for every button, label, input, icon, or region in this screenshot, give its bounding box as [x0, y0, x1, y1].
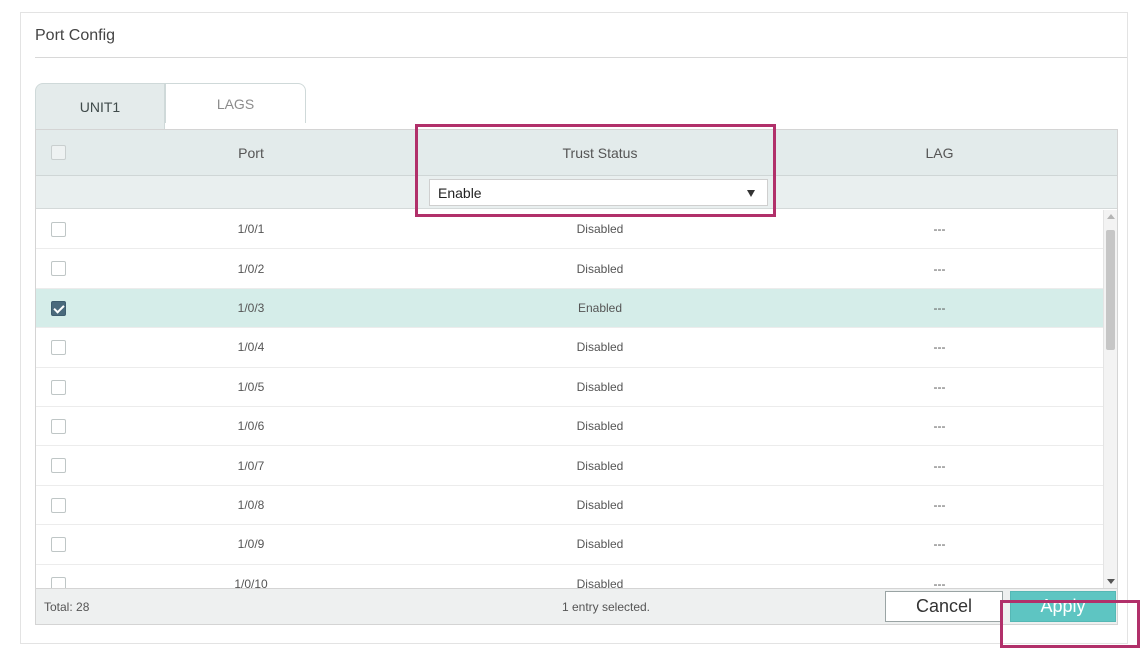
- table-row[interactable]: 1/0/2 Disabled ---: [36, 249, 1105, 289]
- row-checkbox[interactable]: [51, 497, 66, 513]
- column-header-trust-status: Trust Status: [562, 145, 638, 161]
- lag-cell: ---: [933, 576, 946, 588]
- trust-status-cell: Disabled: [576, 458, 624, 473]
- row-checkbox[interactable]: [51, 222, 66, 237]
- lag-cell: ---: [933, 497, 946, 512]
- filter-row: Enable: [36, 176, 1117, 209]
- row-checkbox[interactable]: [51, 458, 66, 474]
- trust-status-cell: Disabled: [576, 497, 624, 512]
- lag-cell: ---: [933, 379, 946, 394]
- port-cell: 1/0/6: [237, 419, 265, 434]
- port-cell: 1/0/5: [237, 379, 265, 394]
- table-header: Port Trust Status LAG: [36, 130, 1117, 176]
- title-divider: [35, 57, 1127, 58]
- lag-cell: ---: [933, 261, 946, 276]
- table-row[interactable]: 1/0/1 Disabled ---: [36, 210, 1105, 250]
- row-checkbox[interactable]: [51, 379, 66, 395]
- cancel-button[interactable]: Cancel: [885, 591, 1003, 622]
- row-checkbox[interactable]: [51, 340, 66, 356]
- lag-cell: ---: [933, 458, 946, 473]
- trust-status-cell: Disabled: [576, 261, 624, 276]
- lag-cell: ---: [933, 419, 946, 434]
- trust-status-cell: Disabled: [576, 419, 624, 434]
- lag-cell: ---: [933, 340, 946, 355]
- table-row[interactable]: 1/0/8 Disabled ---: [36, 486, 1105, 526]
- dropdown-arrow-icon: [747, 190, 755, 197]
- table-body: 1/0/1 Disabled --- 1/0/2 Disabled --- 1/…: [36, 210, 1105, 588]
- table-row[interactable]: 1/0/9 Disabled ---: [36, 525, 1105, 565]
- port-table: Port Trust Status LAG Enable 1/0/1 Disab…: [35, 129, 1118, 625]
- row-checkbox-checked[interactable]: [51, 300, 66, 316]
- table-row[interactable]: 1/0/7 Disabled ---: [36, 446, 1105, 486]
- trust-status-select[interactable]: Enable: [429, 179, 768, 206]
- scroll-thumb[interactable]: [1106, 230, 1115, 350]
- trust-status-cell: Disabled: [576, 576, 624, 588]
- port-cell: 1/0/1: [237, 222, 265, 237]
- port-cell: 1/0/8: [237, 497, 265, 512]
- tab-lags[interactable]: LAGS: [165, 83, 306, 123]
- port-config-panel: Port Config UNIT1 LAGS Port Trust Status…: [20, 12, 1128, 644]
- port-cell: 1/0/2: [237, 261, 265, 276]
- trust-status-cell: Disabled: [576, 537, 624, 552]
- trust-status-select-value: Enable: [438, 184, 482, 201]
- trust-status-cell: Enabled: [577, 300, 623, 315]
- table-row[interactable]: 1/0/4 Disabled ---: [36, 328, 1105, 368]
- scroll-up-icon[interactable]: [1107, 214, 1115, 219]
- lag-cell: ---: [933, 300, 946, 315]
- row-checkbox[interactable]: [51, 576, 66, 588]
- row-checkbox[interactable]: [51, 537, 66, 553]
- row-checkbox[interactable]: [51, 419, 66, 434]
- lag-cell: ---: [933, 222, 946, 237]
- lag-cell: ---: [933, 537, 946, 552]
- column-header-lag: LAG: [925, 145, 954, 161]
- row-checkbox[interactable]: [51, 261, 66, 277]
- column-header-port: Port: [238, 145, 264, 161]
- tab-unit1[interactable]: UNIT1: [35, 83, 165, 130]
- table-row[interactable]: 1/0/10 Disabled ---: [36, 565, 1105, 588]
- total-count: Total: 28: [44, 600, 90, 614]
- port-cell: 1/0/3: [237, 300, 265, 315]
- apply-button[interactable]: Apply: [1010, 591, 1116, 622]
- table-row[interactable]: 1/0/5 Disabled ---: [36, 368, 1105, 407]
- port-cell: 1/0/7: [237, 458, 265, 473]
- trust-status-cell: Disabled: [576, 379, 624, 394]
- port-cell: 1/0/9: [237, 537, 265, 552]
- table-scrollbar[interactable]: [1103, 210, 1117, 588]
- port-cell: 1/0/10: [234, 576, 268, 588]
- trust-status-cell: Disabled: [576, 340, 624, 355]
- trust-status-cell: Disabled: [576, 222, 624, 237]
- scroll-down-icon[interactable]: [1107, 579, 1115, 584]
- select-all-checkbox[interactable]: [51, 145, 66, 160]
- table-footer: Total: 28 1 entry selected. Cancel Apply: [36, 588, 1117, 624]
- port-cell: 1/0/4: [237, 340, 265, 355]
- table-row[interactable]: 1/0/6 Disabled ---: [36, 407, 1105, 447]
- panel-title: Port Config: [35, 27, 116, 44]
- table-row-selected[interactable]: 1/0/3 Enabled ---: [36, 288, 1105, 329]
- selection-message: 1 entry selected.: [561, 600, 651, 614]
